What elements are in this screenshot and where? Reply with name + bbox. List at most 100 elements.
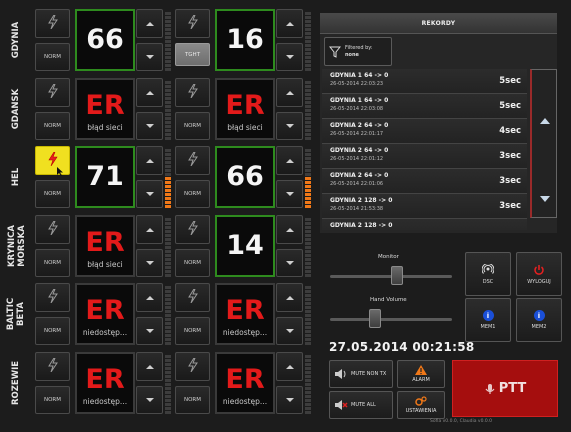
alarm-button[interactable]: ALARM: [397, 360, 445, 388]
channel-value: 71: [86, 161, 124, 192]
left-channel-down-button[interactable]: [136, 43, 163, 71]
chevron-down-icon: [145, 124, 154, 128]
record-duration: 4sec: [499, 126, 521, 136]
left-mode-button[interactable]: NORM: [35, 180, 70, 208]
right-channel-up-button[interactable]: [276, 9, 303, 38]
record-date: 26-05-2014 22:01:06: [330, 181, 384, 187]
left-channel-display[interactable]: ER niedostęp...: [75, 283, 135, 345]
filter-value: none: [345, 51, 359, 58]
right-channel-up-button[interactable]: [276, 352, 303, 381]
left-mode-button[interactable]: NORM: [35, 249, 70, 277]
left-channel-display[interactable]: ER błąd sieci: [75, 215, 135, 277]
left-channel-down-button[interactable]: [136, 112, 163, 140]
station-row: KRYNICA MORSKA NORM ER błąd sieci NORM 14: [0, 212, 318, 280]
left-transmit-button[interactable]: [35, 352, 70, 381]
right-channel-down-button[interactable]: [276, 112, 303, 140]
left-channel-up-button[interactable]: [136, 146, 163, 175]
right-channel-display[interactable]: ER niedostęp...: [215, 352, 275, 414]
right-channel-up-button[interactable]: [276, 215, 303, 244]
right-mode-button[interactable]: TGHT: [175, 43, 210, 66]
left-channel-up-button[interactable]: [136, 9, 163, 38]
station-row: HEL NORM 71 NORM 66: [0, 143, 318, 211]
left-channel-down-button[interactable]: [136, 317, 163, 345]
left-channel-display[interactable]: ER błąd sieci: [75, 78, 135, 140]
left-mode-button[interactable]: NORM: [35, 112, 70, 140]
right-transmit-button[interactable]: [175, 146, 210, 175]
record-item[interactable]: GDYNIA 1 64 -> 0 26-05-2014 22:03:23 5sec: [322, 69, 527, 94]
right-mode-button[interactable]: NORM: [175, 112, 210, 140]
left-mode-button[interactable]: NORM: [35, 43, 70, 71]
right-channel-display[interactable]: 16: [215, 9, 275, 71]
ptt-button[interactable]: PTT: [452, 360, 558, 417]
right-channel-up-button[interactable]: [276, 146, 303, 175]
left-channel-up-button[interactable]: [136, 283, 163, 312]
mem2-button[interactable]: i MEM2: [516, 298, 562, 342]
settings-button[interactable]: USTAWIENIA: [397, 391, 445, 419]
left-channel-display[interactable]: ER niedostęp...: [75, 352, 135, 414]
right-transmit-button[interactable]: [175, 78, 210, 107]
right-transmit-button[interactable]: [175, 283, 210, 312]
right-channel-down-button[interactable]: [276, 386, 303, 414]
lightning-icon: [187, 14, 198, 33]
right-channel-up-button[interactable]: [276, 283, 303, 312]
right-mode-button[interactable]: NORM: [175, 180, 210, 208]
left-transmit-button[interactable]: [35, 215, 70, 244]
right-mode-button[interactable]: NORM: [175, 249, 210, 277]
monitor-slider-knob[interactable]: [390, 266, 403, 285]
mute-non-tx-button[interactable]: MUTE NON TX: [329, 360, 393, 388]
chevron-down-icon: [285, 124, 294, 128]
right-channel-display[interactable]: 66: [215, 146, 275, 208]
right-transmit-button[interactable]: [175, 352, 210, 381]
left-transmit-button[interactable]: [35, 9, 70, 38]
left-channel-display[interactable]: 71: [75, 146, 135, 208]
right-signal-level: [305, 9, 311, 71]
right-transmit-button[interactable]: [175, 9, 210, 38]
ptt-label: PTT: [498, 381, 527, 396]
mute-all-button[interactable]: MUTE ALL: [329, 391, 393, 419]
station-name-text: ROZEWIE: [11, 360, 22, 406]
left-channel-down-button[interactable]: [136, 386, 163, 414]
dsc-button[interactable]: DSC: [465, 252, 511, 296]
left-transmit-button[interactable]: [35, 283, 70, 312]
record-item[interactable]: GDYNIA 1 64 -> 0 26-05-2014 22:03:08 5sec: [322, 94, 527, 119]
record-item[interactable]: GDYNIA 2 128 -> 0 26-05-2014 21:53:38 3sec: [322, 194, 527, 219]
left-mode-button[interactable]: NORM: [35, 386, 70, 414]
station-name: GDANSK: [0, 75, 33, 143]
left-channel-display[interactable]: 66: [75, 9, 135, 71]
records-scrollbar[interactable]: [530, 69, 557, 218]
right-channel-down-button[interactable]: [276, 43, 303, 71]
records-list[interactable]: GDYNIA 1 64 -> 0 26-05-2014 22:03:23 5sec G…: [322, 69, 527, 230]
logout-button[interactable]: WYLOGUJ: [516, 252, 562, 296]
left-transmit-button[interactable]: [35, 146, 70, 176]
left-channel-up-button[interactable]: [136, 78, 163, 107]
record-item[interactable]: GDYNIA 2 128 -> 0: [322, 219, 527, 230]
right-mode-button[interactable]: NORM: [175, 317, 210, 345]
right-channel-display[interactable]: 14: [215, 215, 275, 277]
right-channel-up-button[interactable]: [276, 78, 303, 107]
record-item[interactable]: GDYNIA 2 64 -> 0 26-05-2014 22:01:17 4sec: [322, 119, 527, 144]
left-channel-down-button[interactable]: [136, 249, 163, 277]
right-channel-display[interactable]: ER błąd sieci: [215, 78, 275, 140]
right-mode-button[interactable]: NORM: [175, 386, 210, 414]
right-channel-display[interactable]: ER niedostęp...: [215, 283, 275, 345]
scroll-up-icon[interactable]: [538, 114, 552, 128]
left-mode-button[interactable]: NORM: [35, 317, 70, 345]
left-channel-up-button[interactable]: [136, 215, 163, 244]
scroll-down-icon[interactable]: [538, 192, 552, 206]
mute-non-tx-label: MUTE NON TX: [351, 371, 387, 377]
record-item[interactable]: GDYNIA 2 64 -> 0 26-05-2014 22:01:06 3sec: [322, 169, 527, 194]
right-channel-down-button[interactable]: [276, 180, 303, 208]
hand-volume-label: Hand Volume: [370, 297, 407, 303]
mem1-button[interactable]: i MEM1: [465, 298, 511, 342]
right-transmit-button[interactable]: [175, 215, 210, 244]
record-duration: 5sec: [499, 76, 521, 86]
left-channel-down-button[interactable]: [136, 180, 163, 208]
hand-volume-slider-knob[interactable]: [368, 309, 381, 328]
right-channel-down-button[interactable]: [276, 317, 303, 345]
left-transmit-button[interactable]: [35, 78, 70, 107]
hand-volume-slider-track[interactable]: [330, 318, 452, 321]
right-channel-down-button[interactable]: [276, 249, 303, 277]
left-channel-up-button[interactable]: [136, 352, 163, 381]
record-item[interactable]: GDYNIA 2 64 -> 0 26-05-2014 22:01:12 3sec: [322, 144, 527, 169]
filter-button[interactable]: Filtered by: none: [324, 37, 392, 66]
